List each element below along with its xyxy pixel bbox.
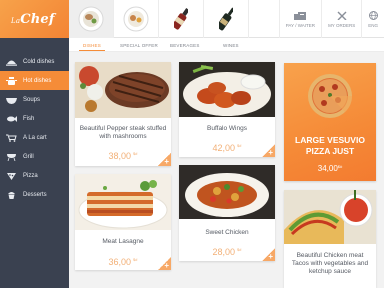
wine-bottle-icon [219, 7, 233, 31]
menu-card-chicken-tacos[interactable]: Beautiful Chicken meat Tacos with vegeta… [284, 190, 376, 288]
card-price: 28,00 $# [212, 247, 242, 257]
globe-icon [368, 10, 378, 20]
pay-waiter-label: PAY / WAITER [285, 22, 316, 28]
category-tabs: DISHES SPECIAL OFFER BEVERAGES WINES [69, 38, 384, 52]
sidebar-item-label: Fish [23, 115, 35, 122]
card-price: 42,00 $# [212, 143, 242, 153]
my-orders-label: MY ORDERS [328, 22, 356, 28]
dishes-plate-icon [78, 6, 104, 32]
tab-wines-image[interactable] [204, 0, 249, 38]
promo-title: LARGE VESUVIO PIZZA JUST [295, 135, 365, 156]
cutlery-icon [337, 11, 347, 20]
promo-price: 34,00$# [317, 164, 343, 173]
pepper-steak-photo [75, 62, 171, 118]
tab-dishes[interactable]: DISHES [83, 43, 101, 48]
sidebar-item-label: Hot dishes [23, 77, 52, 84]
sidebar-item-desserts[interactable]: Desserts [0, 185, 69, 204]
sidebar-item-label: Cold dishes [23, 58, 55, 65]
sidebar-item-a-la-cart[interactable]: A La cart [0, 128, 69, 147]
card-name: Meat Lasagne [102, 238, 144, 245]
pay-waiter-button[interactable]: PAY / WAITER [278, 0, 321, 38]
fish-icon [5, 114, 17, 124]
sidebar-item-grill[interactable]: Grill [0, 147, 69, 166]
sidebar-item-hot-dishes[interactable]: Hot dishes [0, 71, 69, 90]
sidebar-item-label: A La cart [23, 134, 47, 141]
sidebar-item-fish[interactable]: Fish [0, 109, 69, 128]
card-name: Beautiful Pepper steak stuffed with mash… [79, 125, 167, 140]
menu-card-sweet-chicken[interactable]: Sweet Chicken 28,00 $# + [179, 165, 275, 261]
sidebar-item-label: Soups [23, 96, 41, 103]
active-tab-indicator [79, 50, 105, 51]
add-to-order-button[interactable]: + [158, 153, 171, 166]
sidebar: LaChef Cold dishes Hot dishes Soups Fish [0, 0, 69, 288]
cart-icon [5, 133, 17, 143]
sidebar-menu: Cold dishes Hot dishes Soups Fish A La c… [0, 52, 69, 204]
sidebar-item-cold-dishes[interactable]: Cold dishes [0, 52, 69, 71]
brand-logo-text: LaChef [11, 11, 55, 27]
waiter-icon [294, 11, 307, 20]
bowl-icon [5, 95, 17, 105]
pot-icon [5, 76, 17, 86]
chicken-tacos-photo [284, 190, 376, 244]
plate-cover-icon [5, 57, 17, 67]
add-to-order-button[interactable]: + [262, 248, 275, 261]
sidebar-item-pizza[interactable]: Pizza [0, 166, 69, 185]
special-plate-icon [123, 6, 149, 32]
tab-special-offer[interactable]: SPECIAL OFFER [120, 43, 158, 48]
card-price: 36,00 $# [108, 257, 138, 267]
tab-beverages-image[interactable] [159, 0, 204, 38]
tab-special-offer-image[interactable] [114, 0, 159, 38]
sidebar-item-label: Grill [23, 153, 34, 160]
tab-dishes-image[interactable] [69, 0, 114, 38]
sweet-chicken-photo [179, 165, 275, 219]
menu-card-buffalo-wings[interactable]: Buffalo Wings 42,00 $# + [179, 62, 275, 157]
card-name: Sweet Chicken [205, 229, 249, 236]
promo-card-vesuvio-pizza[interactable]: LARGE VESUVIO PIZZA JUST 34,00$# [284, 63, 376, 181]
tab-beverages[interactable]: BEVERAGES [170, 43, 200, 48]
top-bar: PAY / WAITER MY ORDERS ENG [69, 0, 384, 38]
add-to-order-button[interactable]: + [158, 257, 171, 270]
brand-logo[interactable]: LaChef [0, 0, 69, 38]
card-price: 38,00 $# [108, 151, 138, 161]
my-orders-button[interactable]: MY ORDERS [321, 0, 361, 38]
meat-lasagne-photo [75, 174, 171, 230]
tab-wines[interactable]: WINES [223, 43, 239, 48]
menu-card-pepper-steak[interactable]: Beautiful Pepper steak stuffed with mash… [75, 62, 171, 166]
sidebar-item-label: Pizza [23, 172, 38, 179]
pizza-icon [5, 171, 17, 181]
menu-card-meat-lasagne[interactable]: Meat Lasagne 36,00 $# + [75, 174, 171, 270]
cupcake-icon [5, 190, 17, 200]
buffalo-wings-photo [179, 62, 275, 117]
card-name: Beautiful Chicken meat Tacos with vegeta… [291, 252, 369, 275]
sidebar-item-label: Desserts [23, 191, 47, 198]
bottle-icon [174, 8, 188, 30]
sidebar-item-soups[interactable]: Soups [0, 90, 69, 109]
card-name: Buffalo Wings [207, 125, 247, 132]
add-to-order-button[interactable]: + [262, 144, 275, 157]
pizza-photo [308, 74, 352, 118]
language-label: ENG [368, 22, 378, 28]
grill-icon [5, 152, 17, 162]
top-actions: PAY / WAITER MY ORDERS ENG [278, 0, 384, 38]
language-button[interactable]: ENG [361, 0, 384, 38]
